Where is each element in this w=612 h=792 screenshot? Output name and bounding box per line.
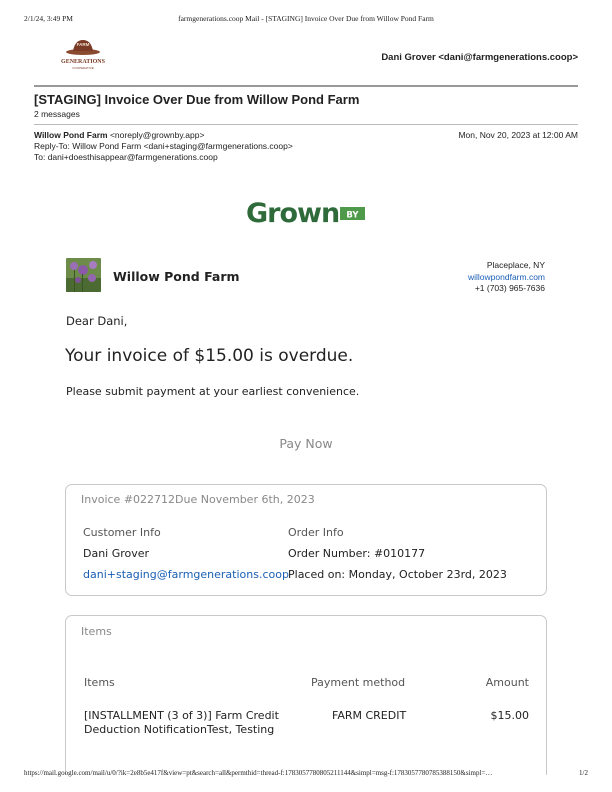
- pay-now-button[interactable]: Pay Now: [0, 436, 612, 451]
- customer-email-link[interactable]: dani+staging@farmgenerations.coop: [83, 568, 289, 581]
- items-card: Items Items Payment method Amount [INSTA…: [65, 615, 547, 775]
- print-header: 2/1/24, 3:49 PM farmgenerations.coop Mai…: [24, 14, 588, 26]
- message-from: Willow Pond Farm <noreply@grownby.app>: [34, 130, 204, 141]
- logo-text-main: GENERATIONS: [61, 59, 106, 65]
- farm-contact: Placeplace, NY willowpondfarm.com +1 (70…: [468, 260, 545, 295]
- customer-name: Dani Grover: [83, 547, 150, 560]
- overdue-headline: Your invoice of $15.00 is overdue.: [65, 346, 354, 366]
- farm-generations-logo-icon: FARM GENERATIONS COOPERATIVE: [61, 40, 106, 70]
- item-amount: $15.00: [490, 709, 530, 722]
- logo-text-top: FARM: [77, 42, 90, 47]
- logo-badge: BY: [346, 211, 359, 221]
- customer-info-label: Customer Info: [83, 526, 161, 539]
- logo-text-sub: COOPERATIVE: [72, 66, 93, 70]
- thread-subject: [STAGING] Invoice Over Due from Willow P…: [34, 92, 360, 107]
- logo-word: Grown: [246, 198, 339, 229]
- order-number: Order Number: #010177: [288, 547, 426, 560]
- account-name-email: Dani Grover <dani@farmgenerations.coop>: [381, 52, 578, 63]
- item-description: [INSTALLMENT (3 of 3)] Farm Credit Deduc…: [84, 709, 279, 736]
- farm-location: Placeplace, NY: [486, 260, 545, 270]
- invoice-card: Invoice #022712Due November 6th, 2023 Cu…: [65, 484, 547, 596]
- from-email: <noreply@grownby.app>: [109, 130, 205, 140]
- print-title: farmgenerations.coop Mail - [STAGING] In…: [178, 14, 434, 23]
- column-header-payment-method: Payment method: [311, 676, 406, 689]
- header-divider: [34, 85, 578, 87]
- print-url: https://mail.google.com/mail/u/0/?ik=2e8…: [24, 769, 493, 777]
- items-title: Items: [81, 625, 112, 638]
- farm-name: Willow Pond Farm: [113, 269, 240, 284]
- message-to: To: dani+doesthisappear@farmgenerations.…: [34, 152, 218, 162]
- print-footer: https://mail.google.com/mail/u/0/?ik=2e8…: [24, 769, 588, 781]
- grownby-logo-icon: Grown BY: [246, 198, 365, 229]
- print-page-number: 1/2: [579, 769, 588, 777]
- message-divider: [34, 124, 578, 125]
- message-reply-to: Reply-To: Willow Pond Farm <dani+staging…: [34, 141, 293, 151]
- payment-request-text: Please submit payment at your earliest c…: [66, 385, 360, 398]
- invoice-title: Invoice #022712Due November 6th, 2023: [81, 493, 315, 506]
- message-count: 2 messages: [34, 109, 80, 119]
- farm-photo-image: [66, 258, 101, 292]
- item-payment-method: FARM CREDIT: [332, 709, 407, 722]
- column-header-items: Items: [84, 676, 115, 689]
- farm-phone: +1 (703) 965-7636: [474, 283, 545, 293]
- order-placed-on: Placed on: Monday, October 23rd, 2023: [288, 568, 507, 581]
- order-info-label: Order Info: [288, 526, 344, 539]
- column-header-amount: Amount: [485, 676, 529, 689]
- farm-website-link[interactable]: willowpondfarm.com: [468, 272, 545, 284]
- greeting: Dear Dani,: [66, 314, 128, 328]
- message-date: Mon, Nov 20, 2023 at 12:00 AM: [458, 130, 578, 140]
- from-name: Willow Pond Farm: [34, 130, 108, 140]
